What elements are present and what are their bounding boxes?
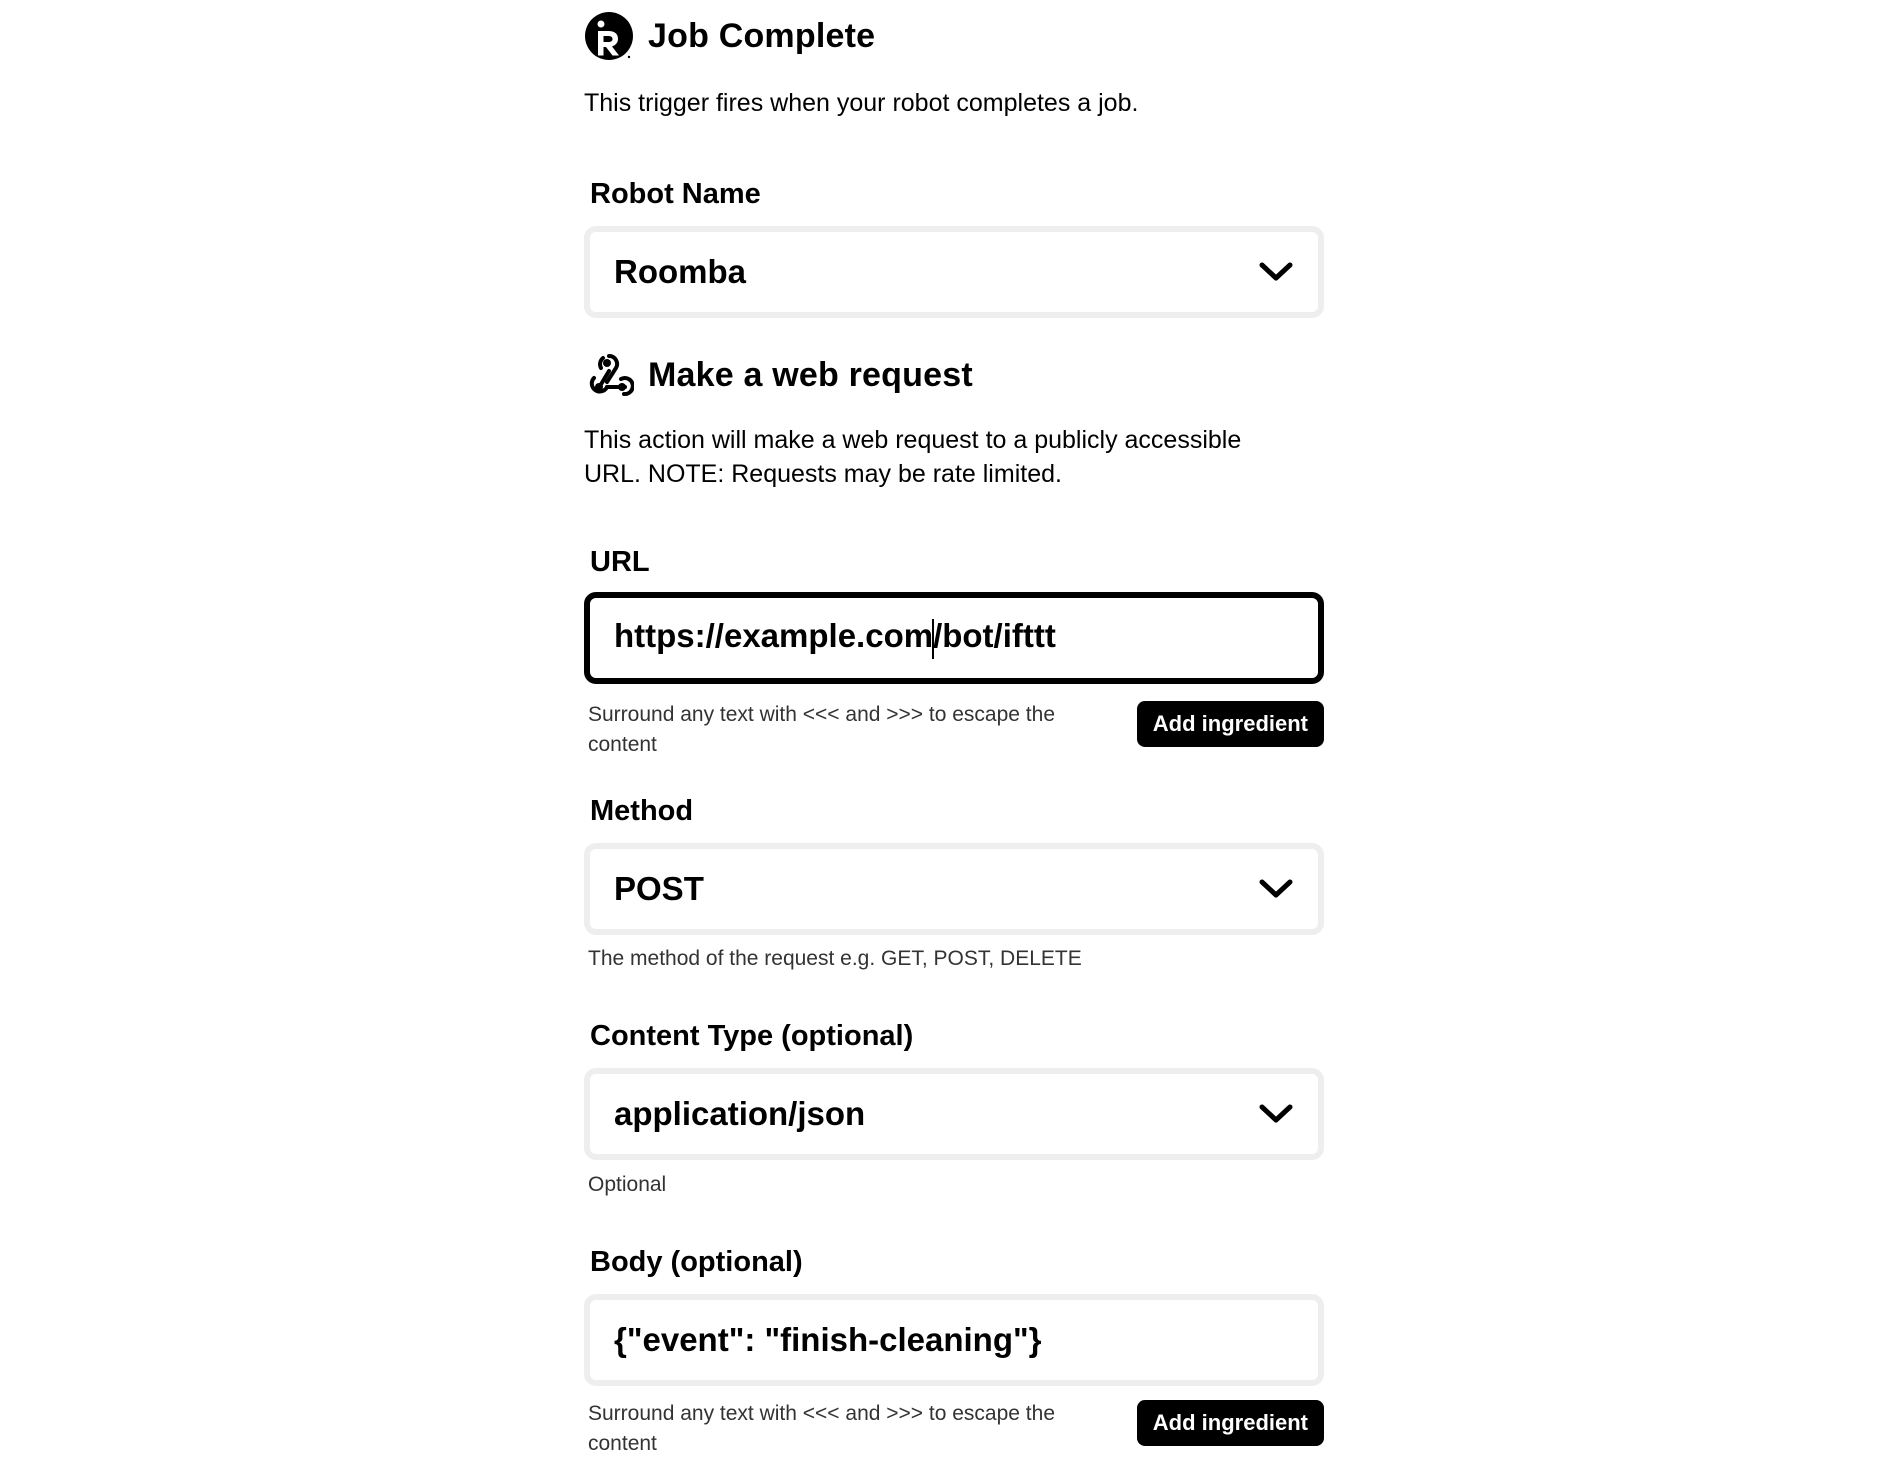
action-title: Make a web request [648, 355, 973, 394]
action-description-line2: URL. NOTE: Requests may be rate limited. [584, 460, 1062, 488]
body-helper-text: Surround any text with <<< and >>> to es… [588, 1399, 1118, 1459]
content-type-helper-text: Optional [588, 1173, 667, 1196]
trigger-title: Job Complete [648, 16, 876, 55]
url-value-before-caret: https://example.com [614, 617, 934, 655]
body-helper-line2: content [588, 1432, 657, 1455]
url-add-ingredient-button[interactable]: Add ingredient [1136, 701, 1324, 747]
trigger-description: This trigger fires when your robot compl… [584, 89, 1139, 117]
body-helper-line1: Surround any text with <<< and >>> to es… [588, 1402, 1055, 1425]
chevron-down-icon [1258, 254, 1294, 290]
action-header: Make a web request [584, 350, 973, 400]
robot-name-value: Roomba [614, 253, 746, 290]
content-type-label: Content Type (optional) [590, 1020, 914, 1052]
body-input[interactable]: {"event": "finish-cleaning"} [584, 1294, 1324, 1386]
robot-name-select[interactable]: Roomba [584, 226, 1324, 318]
url-value-after-caret: /bot/ifttt [933, 617, 1056, 655]
robot-name-label: Robot Name [590, 178, 761, 210]
url-helper-text: Surround any text with <<< and >>> to es… [588, 700, 1118, 760]
method-label: Method [590, 795, 694, 827]
action-description-line1: This action will make a web request to a… [584, 426, 1242, 454]
method-helper-text: The method of the request e.g. GET, POST… [588, 947, 1082, 970]
action-description: This action will make a web request to a… [584, 423, 1241, 491]
body-label: Body (optional) [590, 1246, 803, 1278]
body-helper-row: Surround any text with <<< and >>> to es… [584, 1399, 1324, 1459]
content-type-value: application/json [614, 1095, 866, 1132]
content-type-select[interactable]: application/json [584, 1068, 1324, 1160]
trigger-header: Job Complete [584, 11, 875, 61]
url-helper-line2: content [588, 733, 657, 756]
method-value: POST [614, 870, 704, 907]
url-input[interactable]: https://example.com/bot/ifttt [584, 592, 1324, 684]
webhooks-icon [584, 350, 634, 400]
body-value: {"event": "finish-cleaning"} [614, 1321, 1042, 1358]
url-helper-line1: Surround any text with <<< and >>> to es… [588, 703, 1055, 726]
url-helper-row: Surround any text with <<< and >>> to es… [584, 700, 1324, 760]
url-label: URL [590, 546, 650, 578]
chevron-down-icon [1258, 871, 1294, 907]
irobot-logo-icon [584, 11, 634, 61]
chevron-down-icon [1258, 1096, 1294, 1132]
url-value: https://example.com/bot/ifttt [614, 617, 1294, 659]
body-add-ingredient-button[interactable]: Add ingredient [1136, 1400, 1324, 1446]
method-select[interactable]: POST [584, 843, 1324, 935]
